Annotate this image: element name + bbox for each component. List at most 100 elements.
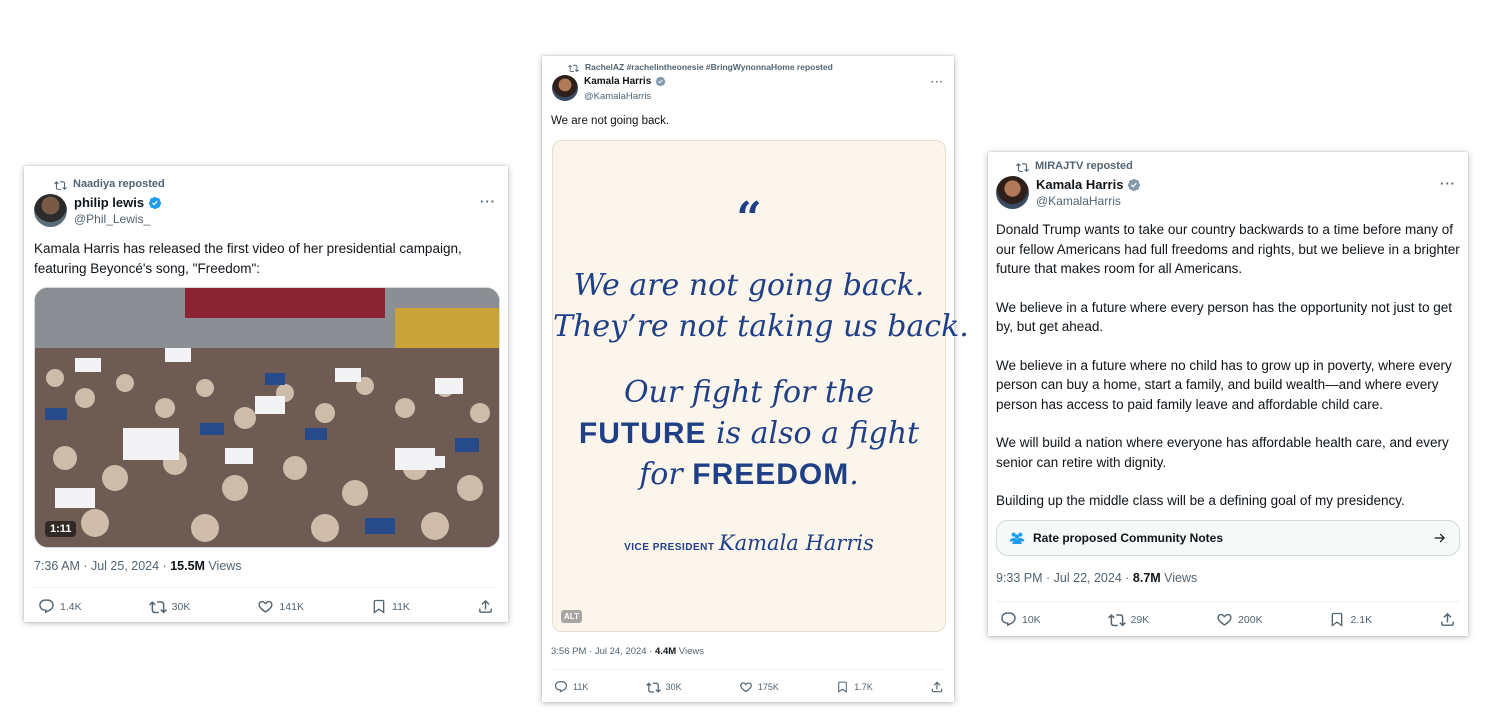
timestamp[interactable]: 7:36 AM · Jul 25, 2024 · (34, 559, 170, 573)
repost-icon (1107, 614, 1126, 627)
divider (34, 587, 498, 588)
reply-button[interactable]: 10K (1000, 611, 1041, 628)
tweet-text: Donald Trump wants to take our country b… (996, 220, 1462, 530)
verified-badge-icon (1128, 178, 1141, 191)
tweet-card-kamala-harris-quote[interactable]: RachelAZ #rachelintheonesie #BringWynonn… (542, 56, 969, 702)
share-icon (931, 681, 943, 693)
share-button[interactable] (1439, 611, 1456, 628)
author-name[interactable]: philip lewis (74, 195, 144, 210)
share-icon (479, 599, 492, 613)
quote-line-4: FUTURE is also a fight (553, 417, 945, 451)
reposter-label[interactable]: MIRAJTV reposted (1035, 160, 1133, 172)
repost-icon (568, 64, 579, 72)
verified-badge-icon (655, 76, 666, 87)
bookmark-icon (1332, 612, 1343, 627)
alt-badge[interactable]: ALT (561, 610, 582, 623)
rally-crowd-thumbnail (35, 288, 499, 547)
like-button[interactable]: 200K (1216, 611, 1263, 628)
reply-button[interactable]: 1.4K (38, 598, 82, 615)
reply-icon (39, 599, 54, 614)
repost-icon (148, 601, 167, 614)
more-icon[interactable]: ··· (1440, 176, 1456, 191)
repost-icon (54, 180, 67, 190)
views-count: 8.7M (1132, 571, 1161, 585)
reply-icon (1001, 612, 1016, 627)
tweet-paragraph: We believe in a future where every perso… (996, 299, 1453, 335)
bookmark-button[interactable]: 1.7K (836, 680, 873, 694)
like-count: 141K (279, 600, 304, 613)
like-button[interactable]: 175K (739, 680, 779, 694)
tweet-card-kamala-harris-text[interactable]: MIRAJTV reposted Kamala Harris @KamalaHa… (988, 152, 1468, 636)
repost-button[interactable]: 30K (148, 598, 191, 615)
reply-count: 1.4K (60, 600, 82, 613)
like-icon (740, 682, 752, 693)
more-icon[interactable]: ··· (480, 194, 496, 209)
author-handle[interactable]: @Phil_Lewis_ (74, 212, 150, 226)
repost-count: 30K (665, 682, 682, 692)
bookmark-count: 11K (392, 600, 410, 613)
quote-line-2: They’re not taking us back. (553, 309, 969, 344)
author-handle[interactable]: @KamalaHarris (584, 91, 651, 102)
community-notes-button[interactable]: Rate proposed Community Notes (996, 520, 1460, 556)
reposter-label[interactable]: RachelAZ #rachelintheonesie #BringWynonn… (585, 62, 833, 72)
action-bar: 1.4K 30K 141K 11K (38, 598, 494, 615)
repost-icon (645, 682, 661, 693)
repost-indicator: MIRAJTV reposted (1016, 160, 1133, 172)
quote-line-1: We are not going back. (573, 268, 925, 303)
community-notes-icon (1009, 532, 1025, 544)
more-icon[interactable]: ··· (931, 77, 944, 88)
tweet-meta: 7:36 AM · Jul 25, 2024 · 15.5M Views (34, 559, 242, 573)
timestamp[interactable]: 9:33 PM · Jul 22, 2024 · (996, 571, 1133, 585)
video-duration: 1:11 (45, 521, 77, 537)
avatar[interactable] (552, 75, 578, 101)
tweet-paragraph: We believe in a future where no child ha… (996, 357, 1452, 412)
avatar[interactable] (34, 194, 67, 227)
like-button[interactable]: 141K (257, 598, 304, 615)
tweet-paragraph: We will build a nation where everyone ha… (996, 435, 1449, 470)
tweet-paragraph: Donald Trump wants to take our country b… (996, 222, 1460, 276)
avatar[interactable] (996, 176, 1029, 209)
quote-image[interactable]: “ We are not going back. They’re not tak… (552, 140, 969, 632)
action-bar: 10K 29K 200K 2.1K (1000, 611, 1456, 628)
bookmark-icon (838, 681, 848, 693)
tweet-meta: 3:56 PM · Jul 24, 2024 · 4.4M Views (551, 646, 704, 657)
repost-count: 30K (171, 600, 191, 613)
reply-button[interactable]: 11K (554, 680, 588, 694)
repost-count: 29K (1130, 613, 1150, 626)
timestamp[interactable]: 3:56 PM · Jul 24, 2024 · (551, 646, 655, 657)
tweet-card-philip-lewis[interactable]: Naadiya reposted philip lewis @Phil_Lewi… (24, 166, 508, 622)
author-name[interactable]: Kamala Harris (1036, 177, 1123, 192)
share-button[interactable] (477, 598, 494, 615)
quote-word-future: FUTURE (578, 417, 707, 450)
signature-name: Kamala Harris (718, 531, 874, 555)
signature-title: VICE PRESIDENT (624, 542, 715, 553)
tweet-text: We are not going back. (551, 115, 670, 127)
reposter-label[interactable]: Naadiya reposted (73, 178, 165, 190)
share-button[interactable] (930, 680, 944, 694)
bookmark-button[interactable]: 11K (371, 598, 410, 615)
author-name[interactable]: Kamala Harris (584, 76, 651, 87)
tweet-meta: 9:33 PM · Jul 22, 2024 · 8.7M Views (996, 571, 1197, 585)
quote-line-4-rest: is also a fight (706, 416, 920, 451)
repost-icon (1016, 162, 1029, 172)
views-count: 15.5M (170, 559, 205, 573)
bookmark-count: 2.1K (1350, 613, 1373, 626)
bookmark-button[interactable]: 2.1K (1329, 611, 1372, 628)
repost-button[interactable]: 29K (1107, 611, 1150, 628)
bookmark-icon (373, 599, 385, 614)
video-player[interactable]: 1:11 (34, 287, 500, 548)
author-handle[interactable]: @KamalaHarris (1036, 194, 1121, 208)
views-label: Views (1160, 571, 1198, 585)
like-icon (258, 600, 274, 613)
divider (996, 601, 1460, 602)
share-icon (1441, 612, 1454, 626)
quote-word-freedom: FREEDOM (692, 458, 850, 491)
quote-signature: VICE PRESIDENT Kamala Harris (553, 531, 945, 555)
quote-line-5: for FREEDOM. (553, 458, 945, 492)
reply-icon (555, 681, 567, 693)
arrow-right-icon (1434, 533, 1445, 543)
views-label: Views (204, 559, 242, 573)
views-label: Views (676, 646, 704, 657)
repost-button[interactable]: 30K (645, 680, 682, 694)
quote-line-5-pre: for (639, 457, 693, 492)
